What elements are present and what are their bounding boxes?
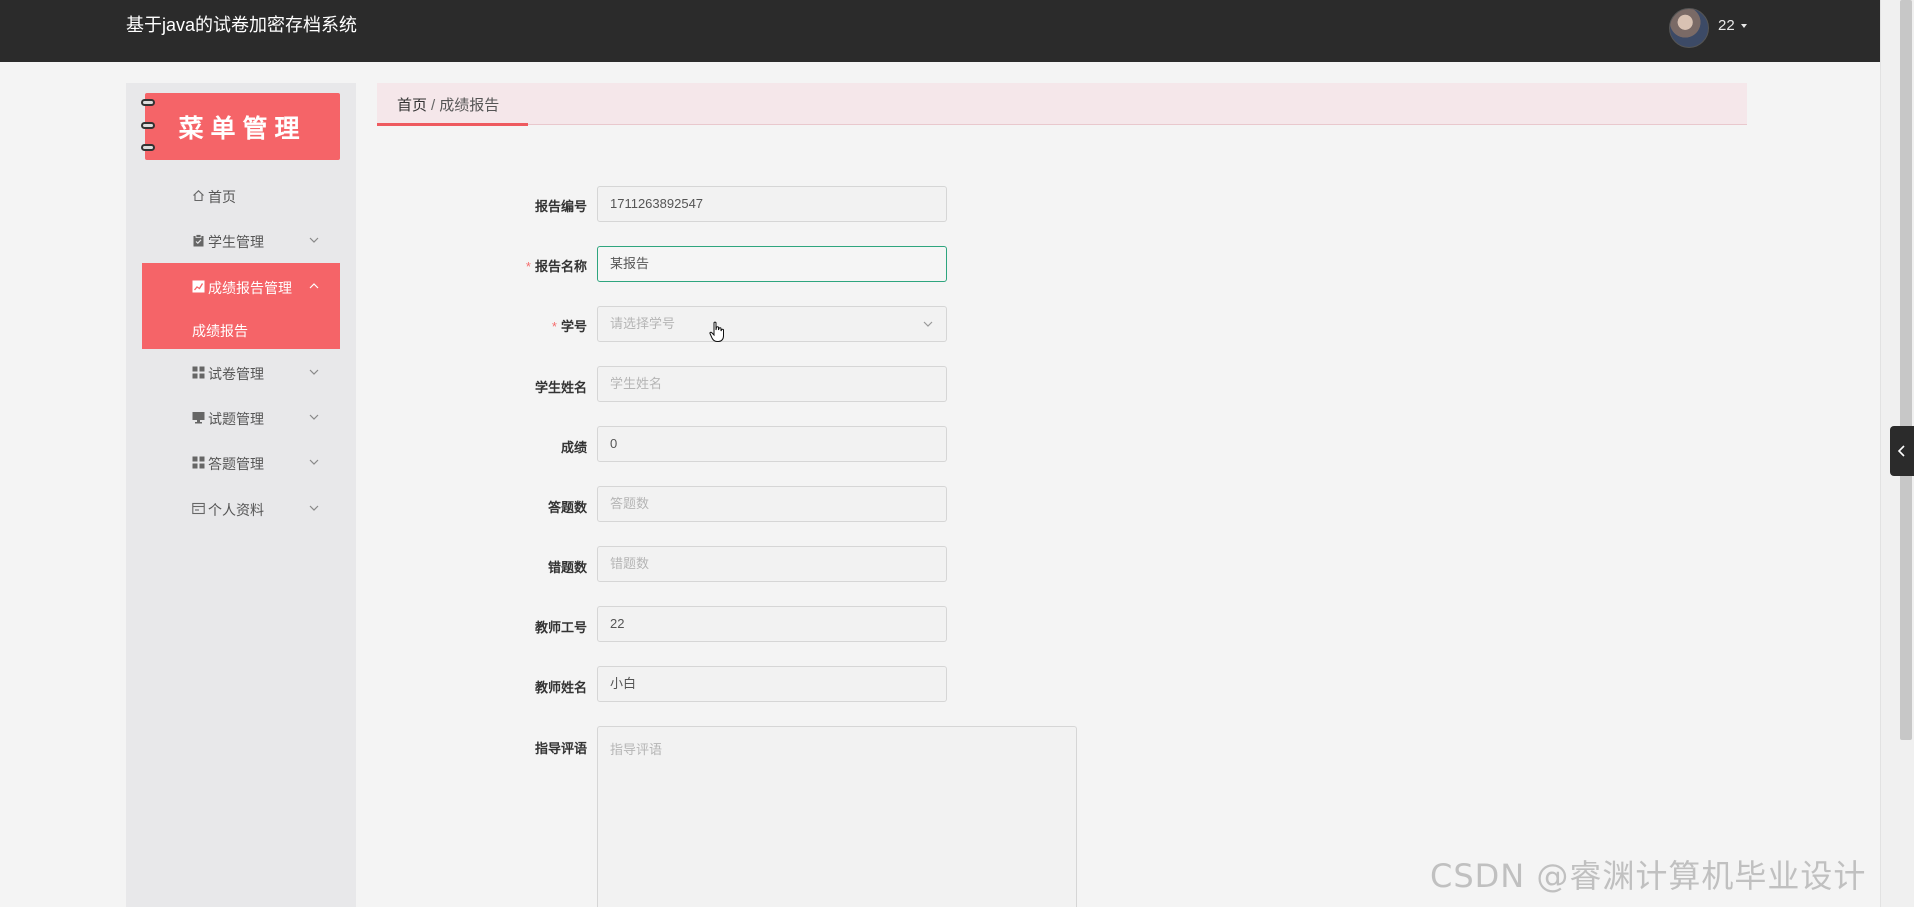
required-mark: * (551, 319, 557, 334)
sidebar-item-students[interactable]: 学生管理 (142, 219, 340, 261)
notebook-ring-icon (141, 99, 155, 106)
scrollbar-thumb[interactable] (1900, 0, 1912, 740)
monitor-icon (192, 412, 205, 424)
chevron-down-icon (309, 459, 319, 465)
answer-count-input[interactable]: 答题数 (597, 486, 947, 522)
username[interactable]: 22 (1718, 17, 1735, 34)
required-mark: * (525, 259, 531, 274)
comment-label: 指导评语 (467, 738, 587, 757)
notebook-ring-icon (141, 144, 155, 151)
sidebar-item-papers[interactable]: 试卷管理 (142, 351, 340, 393)
wrong-count-label: 错题数 (467, 557, 587, 576)
student-no-select[interactable]: 请选择学号 (597, 306, 947, 342)
student-name-label-text: 学生姓名 (534, 380, 587, 395)
report-no-label-text: 报告编号 (534, 199, 587, 214)
chevron-down-icon (309, 369, 319, 375)
wrong-count-input[interactable]: 错题数 (597, 546, 947, 582)
report-name-input[interactable]: 某报告 (597, 246, 947, 282)
submenu-item-score-report[interactable]: 成绩报告 (142, 313, 340, 345)
answer-count-label: 答题数 (467, 497, 587, 516)
chart-icon (192, 280, 205, 293)
score-label-text: 成绩 (560, 440, 587, 455)
student-name-label: 学生姓名 (467, 377, 587, 396)
comment-label-text: 指导评语 (534, 741, 587, 756)
sidebar-item-label: 首页 (208, 189, 236, 205)
sidebar-item-label: 成绩报告管理 (208, 280, 292, 296)
side-panel-toggle[interactable] (1890, 426, 1914, 476)
breadcrumb-current: 成绩报告 (439, 97, 500, 114)
student-no-label-text: 学号 (560, 319, 587, 334)
report-name-label-text: 报告名称 (534, 259, 587, 274)
chevron-down-icon (309, 237, 319, 243)
teacher-no-label-text: 教师工号 (534, 620, 587, 635)
avatar[interactable] (1669, 8, 1709, 48)
breadcrumb-separator: / (431, 97, 436, 114)
menu-banner: 菜单管理 (145, 93, 340, 160)
caret-down-icon[interactable] (1741, 24, 1747, 28)
wrong-count-label-text: 错题数 (547, 560, 587, 575)
sidebar-item-label: 答题管理 (208, 456, 264, 472)
sidebar-item-score-reports[interactable]: 成绩报告管理 (142, 265, 340, 307)
answer-count-label-text: 答题数 (547, 500, 587, 515)
sidebar-item-answers[interactable]: 答题管理 (142, 441, 340, 483)
report-name-label: * 报告名称 (467, 256, 587, 275)
sidebar-item-label: 试题管理 (208, 411, 264, 427)
clipboard-icon (193, 234, 204, 247)
chevron-down-icon[interactable] (922, 318, 934, 330)
chevron-down-icon (309, 414, 319, 420)
grid-icon (192, 366, 205, 379)
sidebar-item-home[interactable]: 首页 (142, 174, 340, 216)
breadcrumb-underline (377, 123, 528, 126)
student-name-input[interactable]: 学生姓名 (597, 366, 947, 402)
sidebar-item-label: 个人资料 (208, 502, 264, 518)
hand-cursor-icon (709, 321, 724, 342)
teacher-no-label: 教师工号 (467, 617, 587, 636)
chevron-up-icon (309, 283, 319, 289)
student-no-label: * 学号 (467, 316, 587, 335)
score-label: 成绩 (467, 437, 587, 456)
teacher-name-input[interactable]: 小白 (597, 666, 947, 702)
card-icon (192, 502, 205, 515)
teacher-name-label-text: 教师姓名 (534, 680, 587, 695)
breadcrumb-bar (377, 83, 1747, 125)
chevron-down-icon (309, 505, 319, 511)
chevron-left-icon (1897, 445, 1905, 457)
breadcrumb: 首页 / 成绩报告 (397, 94, 499, 115)
app-title: 基于java的试卷加密存档系统 (126, 15, 358, 35)
grid-icon (192, 456, 205, 469)
sidebar-item-label: 学生管理 (208, 234, 264, 250)
comment-textarea[interactable]: 指导评语 (597, 726, 1077, 907)
report-no-input[interactable]: 1711263892547 (597, 186, 947, 222)
score-input[interactable]: 0 (597, 426, 947, 462)
breadcrumb-home[interactable]: 首页 (397, 97, 427, 114)
menu-banner-title: 菜单管理 (178, 113, 307, 143)
sidebar-item-questions[interactable]: 试题管理 (142, 396, 340, 438)
sidebar-item-label: 试卷管理 (208, 366, 264, 382)
report-no-label: 报告编号 (467, 196, 587, 215)
home-icon (193, 190, 204, 202)
notebook-ring-icon (141, 122, 155, 129)
watermark: CSDN @睿渊计算机毕业设计 (1430, 857, 1867, 895)
teacher-name-label: 教师姓名 (467, 677, 587, 696)
teacher-no-input[interactable]: 22 (597, 606, 947, 642)
submenu-item-label: 成绩报告 (192, 323, 248, 339)
sidebar-item-profile[interactable]: 个人资料 (142, 487, 340, 529)
